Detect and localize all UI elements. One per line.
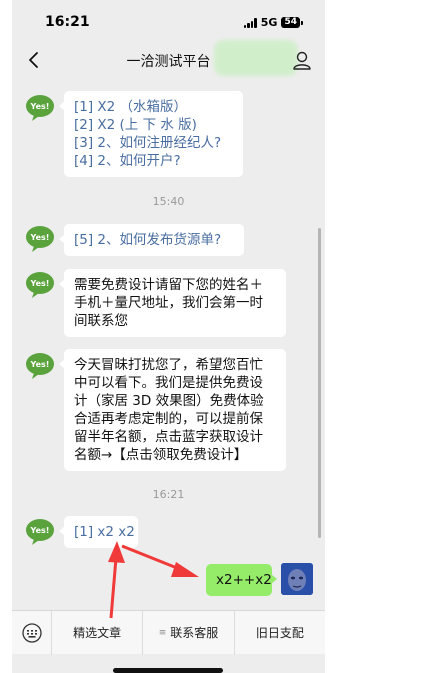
free-design-link[interactable]: 名额→【点击领取免费设计】 (74, 446, 276, 464)
scrollbar[interactable] (318, 228, 321, 538)
svg-text:Yes!: Yes! (30, 360, 50, 369)
message-bubble: 需要免费设计请留下您的姓名＋ 手机＋量尺地址，我们会第一时 间联系您 (59, 269, 286, 337)
message-bubble: 今天冒昧打扰您了，希望您百忙 中可以看下。我们是提供免费设 计（家居 3D 效果… (59, 349, 286, 471)
menu-item-articles[interactable]: 精选文章 (52, 610, 144, 655)
message-text-line: 留半年名额，点击蓝字获取设计 (74, 429, 263, 445)
network-label: 5G (260, 16, 278, 29)
bottom-menu-bar: 精选文章 ≡ 联系客服 旧日支配 (12, 610, 325, 655)
bot-avatar-icon[interactable]: Yes! (25, 224, 55, 254)
message-text-line: 今天冒昧打扰您了，希望您百忙 (74, 357, 263, 373)
message-menu-bubble: [1] X2 （水箱版） [2] X2 (上 下 水 版) [3] 2、如何注册… (59, 91, 243, 177)
message-text-line: 计（家居 3D 效果图）免费体验 (74, 393, 264, 409)
message-text-line: 间联系您 (74, 313, 128, 329)
keyboard-icon (21, 622, 42, 643)
menu-link-3[interactable]: [3] 2、如何注册经纪人? (74, 134, 233, 152)
bot-avatar-icon[interactable]: Yes! (25, 351, 55, 381)
keyboard-toggle-button[interactable] (12, 610, 52, 655)
message-bubble: [1] x2 x2 (59, 516, 138, 548)
page-title: 一洽测试平台 (126, 54, 211, 70)
svg-text:Yes!: Yes! (30, 102, 50, 111)
my-avatar[interactable] (281, 563, 313, 595)
battery-level: 54 (281, 17, 300, 28)
message-text-line: 合适再考虑定制的，可以提前保 (74, 411, 263, 427)
bot-avatar-icon[interactable]: Yes! (25, 270, 55, 300)
timestamp: 16:21 (152, 488, 185, 501)
reply-link[interactable]: [1] x2 x2 (74, 523, 135, 541)
message-text-line: 中可以看下。我们是提供免费设 (74, 375, 263, 391)
message-bubble: [5] 2、如何发布货源单? (59, 224, 244, 256)
menu-item-label: 旧日支配 (255, 626, 304, 640)
home-indicator (113, 668, 223, 673)
menu-item-label: 精选文章 (73, 626, 122, 640)
svg-text:Yes!: Yes! (30, 279, 50, 288)
signal-icon (243, 17, 257, 28)
my-message-text: x2++x2 (216, 572, 272, 588)
bot-avatar-icon[interactable]: Yes! (25, 93, 55, 123)
message-text-line: 手机＋量尺地址，我们会第一时 (74, 295, 263, 311)
menu-link-1[interactable]: [1] X2 （水箱版） (74, 98, 233, 116)
menu-link-2[interactable]: [2] X2 (上 下 水 版) (74, 116, 233, 134)
menu-item-customer-service[interactable]: ≡ 联系客服 (143, 610, 235, 655)
menu-item-label: 联系客服 (170, 626, 219, 640)
chat-screen: 16:21 5G 54 一洽测试平台 Yes! [1] X2 （水箱版） [2]… (12, 0, 325, 673)
menu-item-old-days[interactable]: 旧日支配 (235, 611, 325, 655)
bot-avatar-icon[interactable]: Yes! (25, 517, 55, 547)
status-bar: 16:21 5G 54 (12, 0, 325, 44)
svg-text:Yes!: Yes! (30, 526, 50, 535)
menu-link-4[interactable]: [4] 2、如何开户? (74, 152, 233, 170)
timestamp: 15:40 (152, 195, 185, 208)
battery-icon: 54 (281, 17, 303, 28)
user-profile-icon[interactable] (289, 48, 315, 74)
status-time: 16:21 (45, 14, 90, 30)
submenu-icon: ≡ (158, 627, 167, 638)
message-text-line: 需要免费设计请留下您的姓名＋ (74, 277, 263, 293)
menu-link-5[interactable]: [5] 2、如何发布货源单? (74, 231, 234, 249)
svg-text:Yes!: Yes! (30, 233, 50, 242)
my-message-bubble: x2++x2 (206, 564, 277, 596)
nav-bar: 一洽测试平台 (12, 44, 325, 78)
status-indicators: 5G 54 (243, 16, 303, 29)
